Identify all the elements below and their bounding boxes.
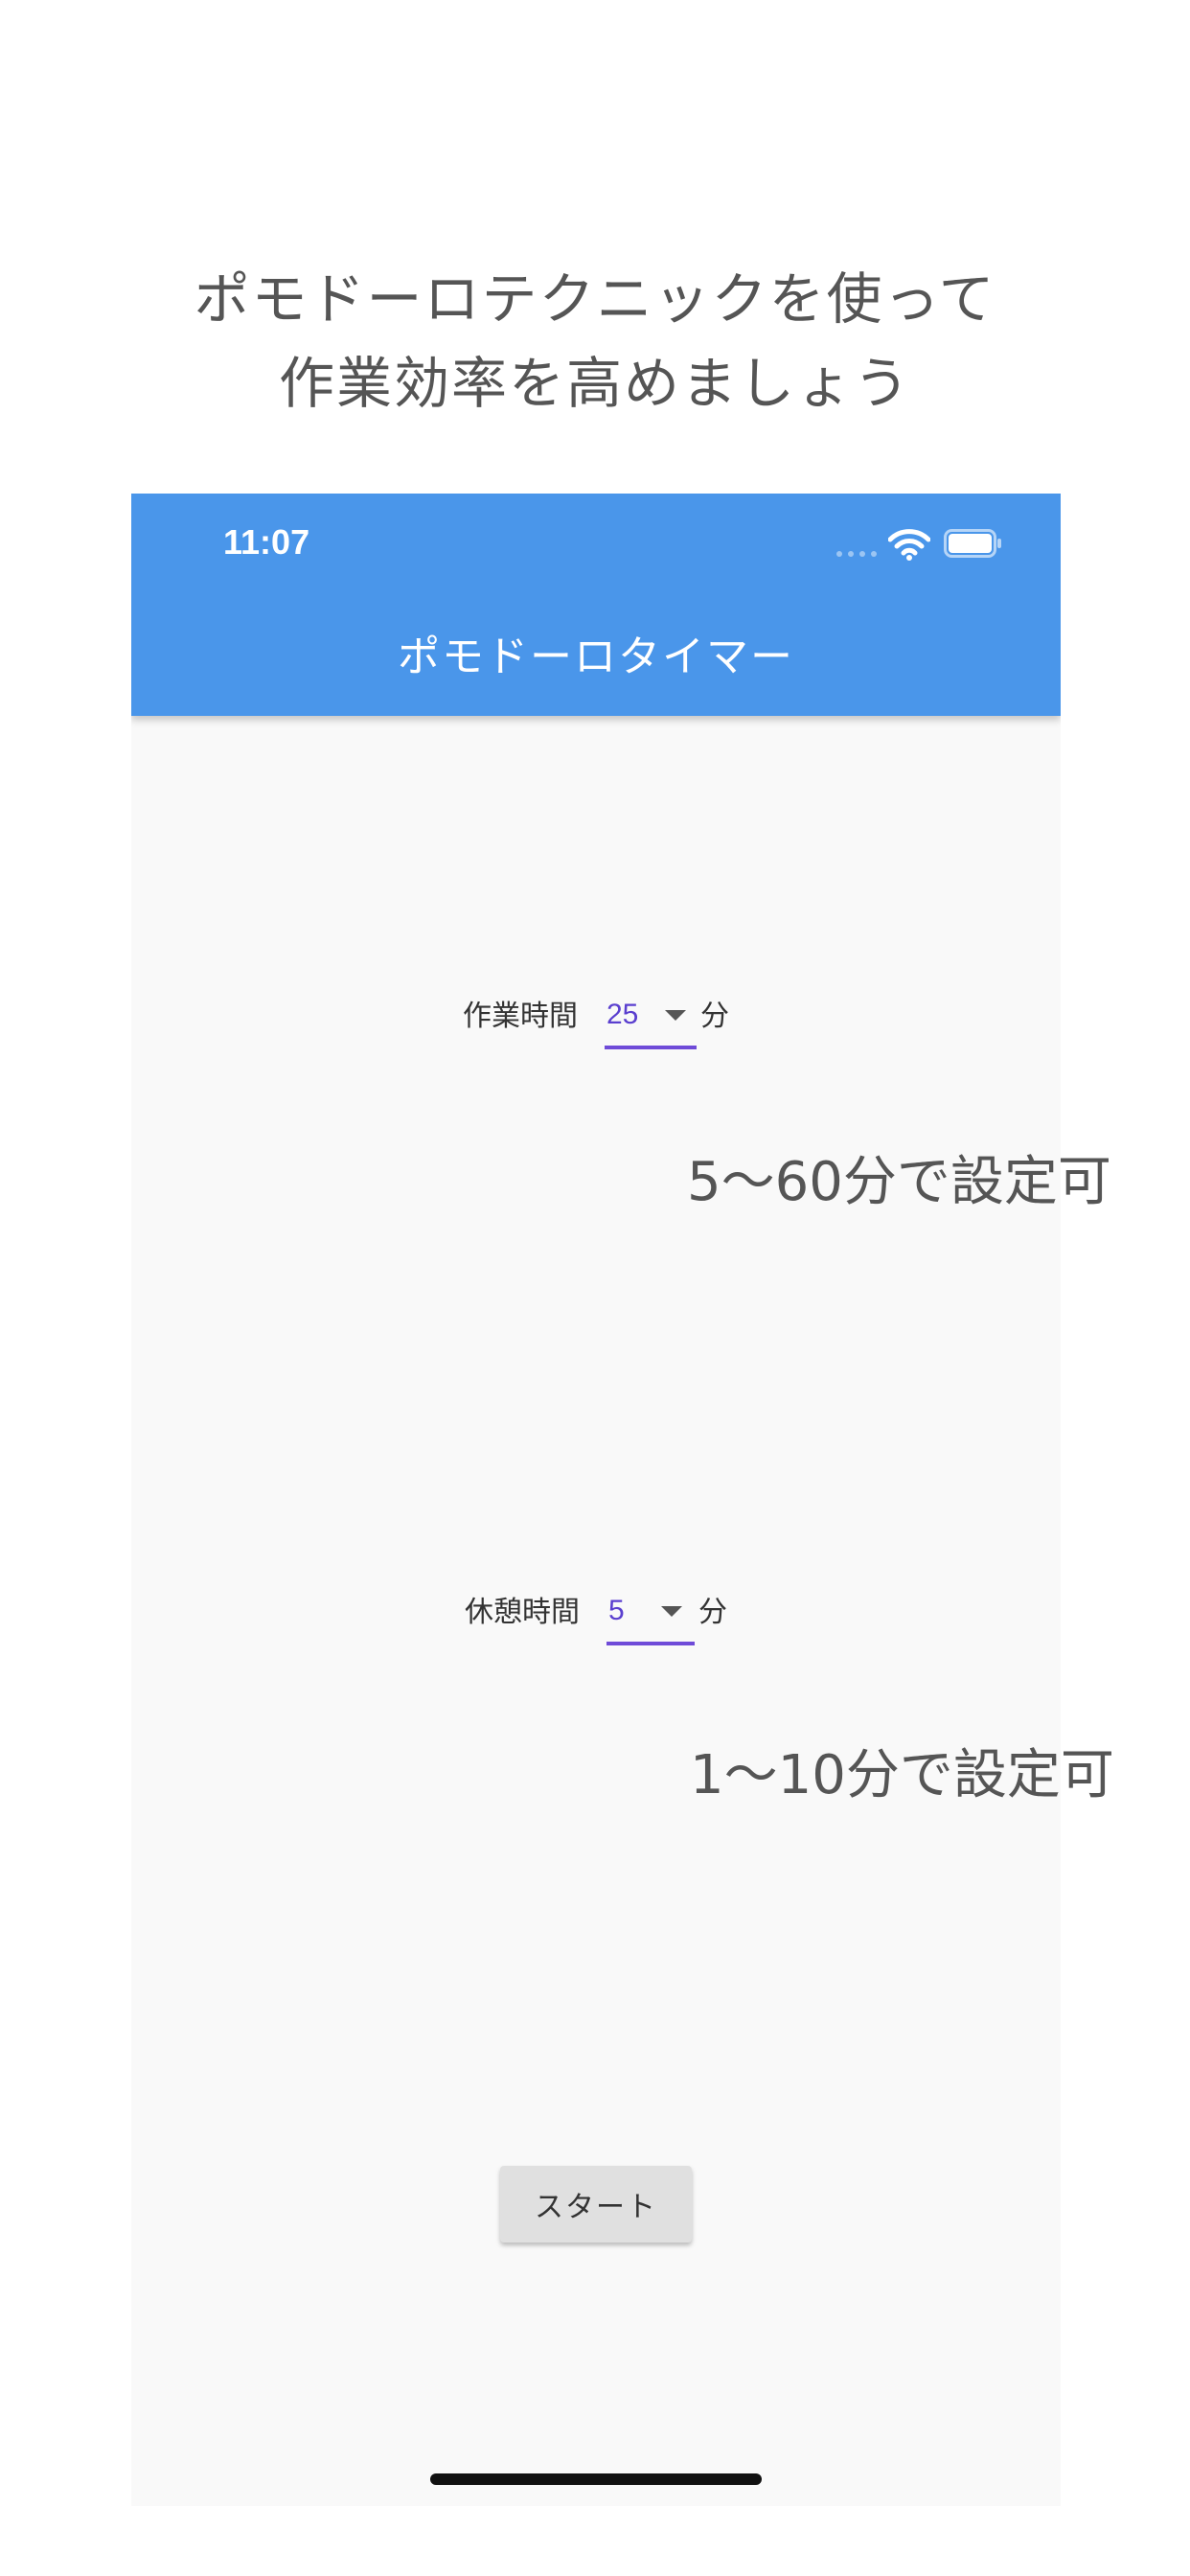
rest-time-row: 休憩時間 5 分	[131, 1588, 1061, 1645]
work-range-note: 5〜60分で設定可	[687, 1151, 1111, 1213]
work-time-label: 作業時間	[463, 1000, 578, 1033]
work-time-row: 作業時間 25 分	[131, 992, 1061, 1049]
app-bar: 11:07 ポモドーロタイマー	[131, 494, 1061, 716]
promo-screenshot: ポモドーロテクニックを使って 作業効率を高めましょう 11:07 ポモドーロタイ…	[0, 0, 1190, 2576]
headline-line-1: ポモドーロテクニックを使って	[194, 266, 996, 332]
dropdown-arrow-icon	[665, 1009, 687, 1021]
work-time-dropdown[interactable]: 25	[605, 994, 697, 1049]
work-time-unit: 分	[700, 1000, 729, 1033]
promo-headline: ポモドーロテクニックを使って 作業効率を高めましょう	[0, 257, 1190, 426]
status-time: 11:07	[223, 522, 310, 562]
rest-time-label: 休憩時間	[465, 1596, 580, 1629]
rest-time-value: 5	[608, 1595, 625, 1626]
wifi-icon	[888, 529, 930, 561]
app-screen: 11:07 ポモドーロタイマー 作業時間 25 分 休憩時間 5 分 スタート	[131, 494, 1061, 2506]
home-indicator[interactable]	[430, 2473, 762, 2485]
work-time-value: 25	[606, 999, 639, 1030]
signal-icon	[836, 551, 877, 557]
rest-range-note: 1〜10分で設定可	[690, 1744, 1114, 1806]
dropdown-arrow-icon	[660, 1605, 682, 1617]
headline-line-2: 作業効率を高めましょう	[278, 351, 911, 416]
start-button[interactable]: スタート	[500, 2166, 692, 2242]
battery-icon	[944, 529, 1001, 558]
rest-time-unit: 分	[698, 1596, 727, 1629]
app-title: ポモドーロタイマー	[398, 632, 794, 681]
rest-time-dropdown[interactable]: 5	[606, 1590, 695, 1645]
